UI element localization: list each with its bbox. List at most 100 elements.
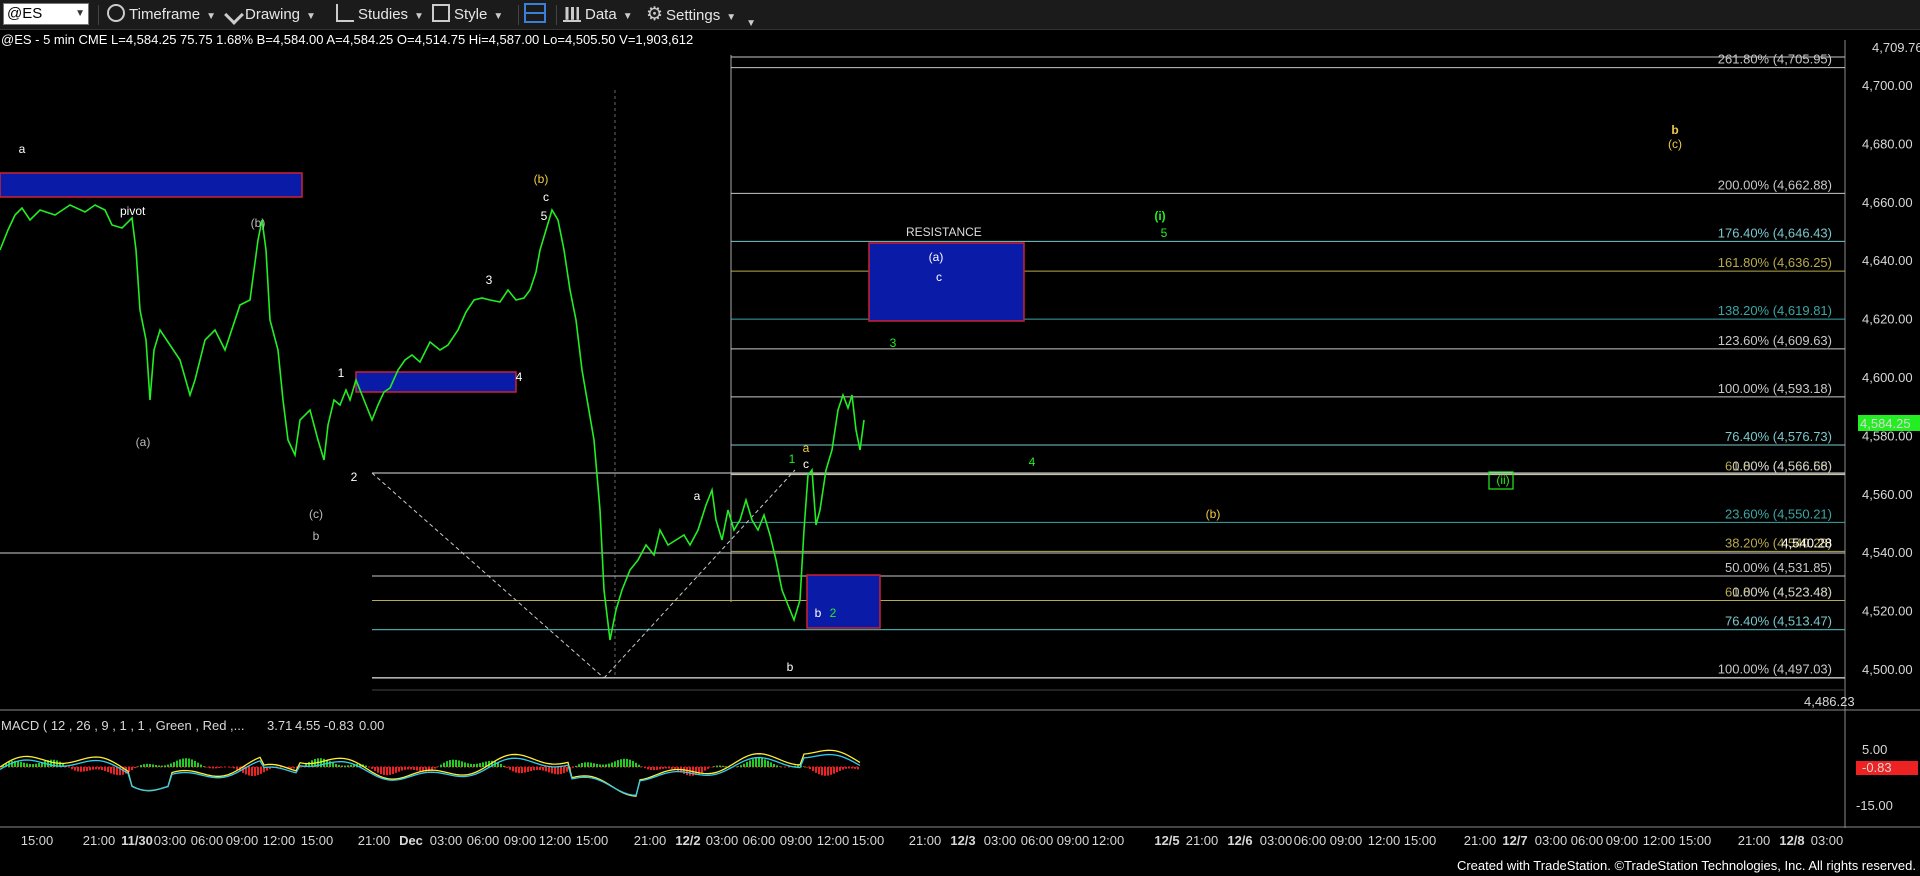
fib-label: 76.40% (4,513.47) [1725,614,1832,629]
macd-tick-label: -15.00 [1856,798,1893,813]
wave-label-a-left: a [19,142,26,156]
wave-label-big-b: (b) [534,172,549,186]
time-tick-label: 21:00 [83,833,116,848]
wave-label-three-green: 3 [890,336,897,350]
time-tick-label: 15:00 [21,833,54,848]
wave-label-two: 2 [351,470,358,484]
time-tick-label: 03:00 [154,833,187,848]
resistance-box[interactable] [868,242,1025,322]
wave-label-a-paren: (a) [136,435,151,449]
wave-label-c-big: (c) [1668,137,1682,151]
chevron-down-icon: ▼ [306,11,316,22]
wave-label-one-green: 1 [789,452,796,466]
drawing-label: Drawing [245,6,301,23]
time-tick-label: 12:00 [263,833,296,848]
time-tick-label: 15:00 [301,833,334,848]
fib-label: 123.60% (4,609.63) [1718,333,1832,348]
time-tick-label: 03:00 [430,833,463,848]
macd-tick-label: 5.00 [1862,742,1887,757]
style-button[interactable]: Style ▼ [432,3,503,27]
time-tick-label: 15:00 [852,833,885,848]
price-top-label: 4,709.76 [1872,40,1920,55]
time-tick-label: 12:00 [1368,833,1401,848]
symbol-value: @ES [7,5,43,22]
fib-label: 76.40% (4,576.73) [1725,429,1832,444]
time-tick-label: 06:00 [743,833,776,848]
wave-label-ii-green: (ii) [1496,473,1509,487]
time-tick-label: 12:00 [1092,833,1125,848]
wave-label-c-res: c [936,270,942,284]
toolbar-separator [556,5,557,25]
wave-label-four: 4 [516,370,523,384]
price-tick-label: 4,600.00 [1862,370,1913,385]
time-tick-label: 15:00 [1404,833,1437,848]
toolbar-separator [518,5,519,25]
wave-two-box[interactable] [806,574,881,629]
layout-button[interactable] [524,3,550,27]
time-tick-label: 12:00 [1643,833,1676,848]
studies-label: Studies [358,6,409,23]
time-tick-label: 06:00 [1294,833,1327,848]
time-tick-label: 03:00 [984,833,1017,848]
macd-zero-value: 0.00 [359,718,384,733]
timeframe-button[interactable]: Timeframe ▼ [107,3,216,27]
time-tick-label: 12/7 [1502,833,1527,848]
drawing-button[interactable]: Drawing ▼ [224,3,316,27]
time-tick-label: 21:00 [358,833,391,848]
chevron-down-icon: ▼ [726,12,737,23]
pivot-label: pivot [120,204,146,218]
price-tick-label: 4,700.00 [1862,78,1913,93]
wave-label-b-yellow: (b) [1206,507,1221,521]
fib-label: 138.20% (4,619.81) [1718,303,1832,318]
wave-label-c-paren: (c) [309,507,323,521]
symbol-input[interactable]: @ES ▼ [3,3,89,25]
time-tick-label: 03:00 [706,833,739,848]
toolbar: @ES ▼ Timeframe ▼ Drawing ▼ Studies ▼ Style… [0,0,1920,30]
wave-label-five: 5 [541,209,548,223]
pivot-box[interactable] [0,172,303,198]
chevron-down-icon: ▼ [206,11,217,22]
time-tick-label: 15:00 [576,833,609,848]
timeframe-label: Timeframe [129,6,201,23]
time-tick-label: 09:00 [780,833,813,848]
time-tick-label: 12/5 [1154,833,1179,848]
time-tick-label: 12/8 [1779,833,1804,848]
macd-signal-value: 4.55 [295,718,320,733]
wave-label-four-green: 4 [1029,455,1036,469]
chevron-down-icon[interactable]: ▼ [75,4,85,24]
time-tick-label: 09:00 [226,833,259,848]
time-tick-label: 03:00 [1260,833,1293,848]
price-chart[interactable]: 261.80% (4,705.95)200.00% (4,662.88)176.… [0,30,1920,858]
wave-label-b-paren: (b) [251,216,266,230]
chevron-down-icon: ▼ [414,11,424,22]
macd-hist-value: -0.83 [324,718,354,733]
time-tick-label: 21:00 [909,833,942,848]
toolbar-separator [98,5,99,25]
time-tick-label: 09:00 [1330,833,1363,848]
price-tick-label: 4,520.00 [1862,604,1913,619]
bar-chart-icon [563,4,581,22]
wave-label-a-mid: a [694,489,701,503]
wave-four-box[interactable] [355,371,517,393]
price-low-label: 4,486.23 [1804,694,1855,709]
wave-label-c-green: c [803,457,809,471]
time-tick-label: 12:00 [539,833,572,848]
price-tick-label: 4,620.00 [1862,312,1913,327]
pencil-icon [224,5,244,25]
data-button[interactable]: Data ▼ [563,3,633,27]
price-line [0,204,865,641]
macd-label: MACD ( 12 , 26 , 9 , 1 , 1 , Green , Red… [1,718,245,733]
time-tick-label: 03:00 [1535,833,1568,848]
macd-signal-line [0,753,861,797]
wave-label-b-box: b [815,606,822,620]
settings-label: Settings [666,7,721,24]
macd-value: 3.71 [267,718,292,733]
time-tick-label: 12/6 [1227,833,1252,848]
wave-label-two-box: 2 [830,606,837,620]
settings-button[interactable]: ⚙ Settings ▼▼ [646,3,756,29]
wave-label-a-res: (a) [929,250,944,264]
wave-label-c-top: c [543,190,549,204]
price-tick-label: 4,540.00 [1862,545,1913,560]
chevron-down-icon: ▼ [493,11,504,22]
studies-button[interactable]: Studies ▼ [336,3,424,27]
